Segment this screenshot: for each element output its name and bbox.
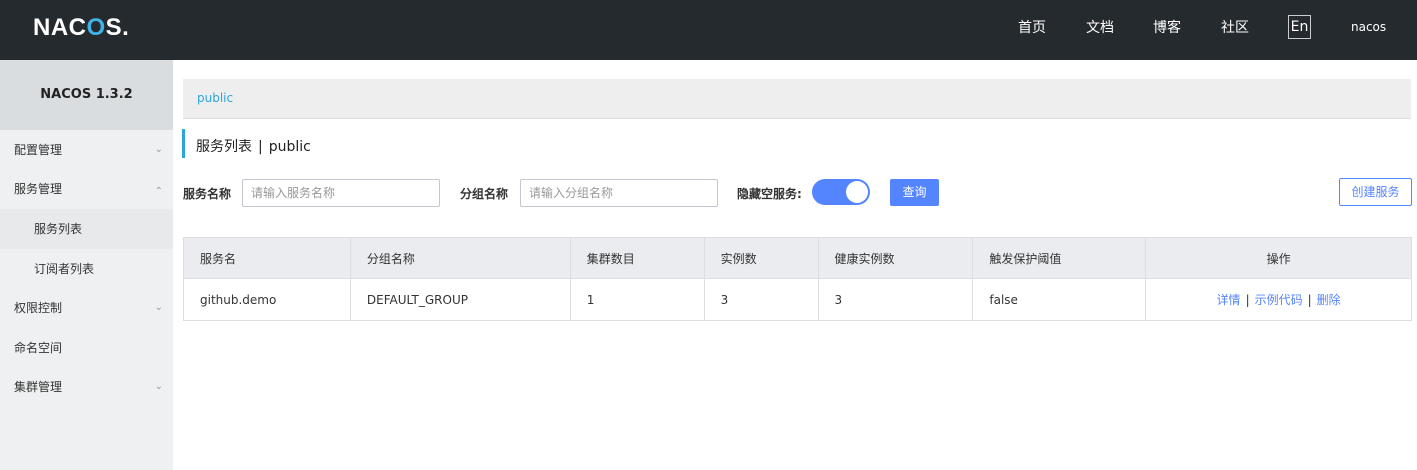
language-toggle-button[interactable]: En [1288, 15, 1311, 39]
col-header-healthy-instances: 健康实例数 [817, 237, 974, 279]
sidebar-item-subscriber-list[interactable]: 订阅者列表 [0, 249, 173, 289]
col-header-cluster-count: 集群数目 [569, 237, 705, 279]
cell-protect-threshold: false [972, 278, 1147, 321]
cell-service-name: github.demo [183, 278, 351, 321]
hide-empty-services-label: 隐藏空服务: [737, 187, 802, 201]
sidebar-item-label: 服务管理 [14, 182, 63, 196]
sidebar-item-cluster-management[interactable]: 集群管理 ⌄ [0, 367, 173, 407]
sidebar: NACOS 1.3.2 配置管理 ⌄ 服务管理 ⌃ 服务列表 订阅者列表 权限控… [0, 60, 173, 470]
group-name-input[interactable] [520, 179, 718, 207]
logo-text-end: S. [105, 14, 130, 41]
sidebar-item-service-management[interactable]: 服务管理 ⌃ [0, 169, 173, 209]
chevron-down-icon: ⌄ [154, 381, 163, 392]
service-name-input[interactable] [242, 179, 440, 207]
service-table: 服务名 分组名称 集群数目 实例数 健康实例数 触发保护阈值 操作 github… [183, 237, 1412, 321]
version-label: NACOS 1.3.2 [0, 60, 173, 130]
title-separator: | [258, 139, 263, 155]
create-service-button[interactable]: 创建服务 [1339, 178, 1412, 206]
page-title-text: 服务列表 [196, 139, 252, 155]
logo-text-o: O [86, 14, 106, 41]
cell-instance-count: 3 [703, 278, 819, 321]
chevron-up-icon: ⌃ [154, 186, 163, 197]
sidebar-item-label: 服务列表 [34, 222, 83, 236]
table-header-row: 服务名 分组名称 集群数目 实例数 健康实例数 触发保护阈值 操作 [183, 237, 1412, 279]
group-name-label: 分组名称 [460, 187, 509, 201]
page-title-namespace: public [268, 139, 311, 155]
page-title: 服务列表 | public [182, 129, 311, 158]
nav-docs[interactable]: 文档 [1086, 17, 1114, 37]
sidebar-item-label: 权限控制 [14, 301, 63, 315]
nav-blog[interactable]: 博客 [1153, 17, 1181, 37]
delete-link[interactable]: 删除 [1317, 293, 1341, 307]
detail-link[interactable]: 详情 [1217, 293, 1241, 307]
namespace-bar: public [183, 79, 1411, 119]
action-separator: | [1245, 293, 1250, 307]
query-button[interactable]: 查询 [890, 179, 939, 206]
chevron-down-icon: ⌄ [154, 302, 163, 313]
service-name-label: 服务名称 [183, 187, 232, 201]
cell-healthy-instances: 3 [817, 278, 974, 321]
sample-code-link[interactable]: 示例代码 [1255, 293, 1303, 307]
cell-actions: 详情 | 示例代码 | 删除 [1145, 278, 1412, 321]
toggle-knob [846, 181, 868, 203]
sidebar-item-label: 订阅者列表 [34, 262, 95, 276]
table-row: github.demo DEFAULT_GROUP 1 3 3 false 详情… [183, 278, 1412, 321]
cell-cluster-count: 1 [569, 278, 705, 321]
hide-empty-services-toggle[interactable] [812, 179, 870, 205]
cell-group-name: DEFAULT_GROUP [349, 278, 571, 321]
nav-community[interactable]: 社区 [1221, 17, 1249, 37]
sidebar-item-service-list[interactable]: 服务列表 [0, 209, 173, 249]
logo-text: NAC [33, 14, 87, 41]
sidebar-item-namespace[interactable]: 命名空间 [0, 328, 173, 368]
action-separator: | [1307, 293, 1312, 307]
user-name[interactable]: nacos [1351, 20, 1386, 34]
sidebar-item-label: 配置管理 [14, 143, 63, 157]
chevron-down-icon: ⌄ [154, 144, 163, 155]
sidebar-item-label: 集群管理 [14, 380, 63, 394]
sidebar-item-config-management[interactable]: 配置管理 ⌄ [0, 130, 173, 170]
col-header-group-name: 分组名称 [349, 237, 571, 279]
col-header-service-name: 服务名 [183, 237, 351, 279]
top-navbar: NACOS. 首页 文档 博客 社区 En nacos [0, 0, 1417, 60]
col-header-protect-threshold: 触发保护阈值 [972, 237, 1147, 279]
namespace-link-public[interactable]: public [197, 91, 233, 105]
col-header-instance-count: 实例数 [703, 237, 819, 279]
sidebar-item-label: 命名空间 [14, 341, 63, 355]
nacos-logo[interactable]: NACOS. [33, 14, 129, 42]
sidebar-item-access-control[interactable]: 权限控制 ⌄ [0, 288, 173, 328]
nav-home[interactable]: 首页 [1018, 17, 1046, 37]
col-header-actions: 操作 [1145, 237, 1412, 279]
